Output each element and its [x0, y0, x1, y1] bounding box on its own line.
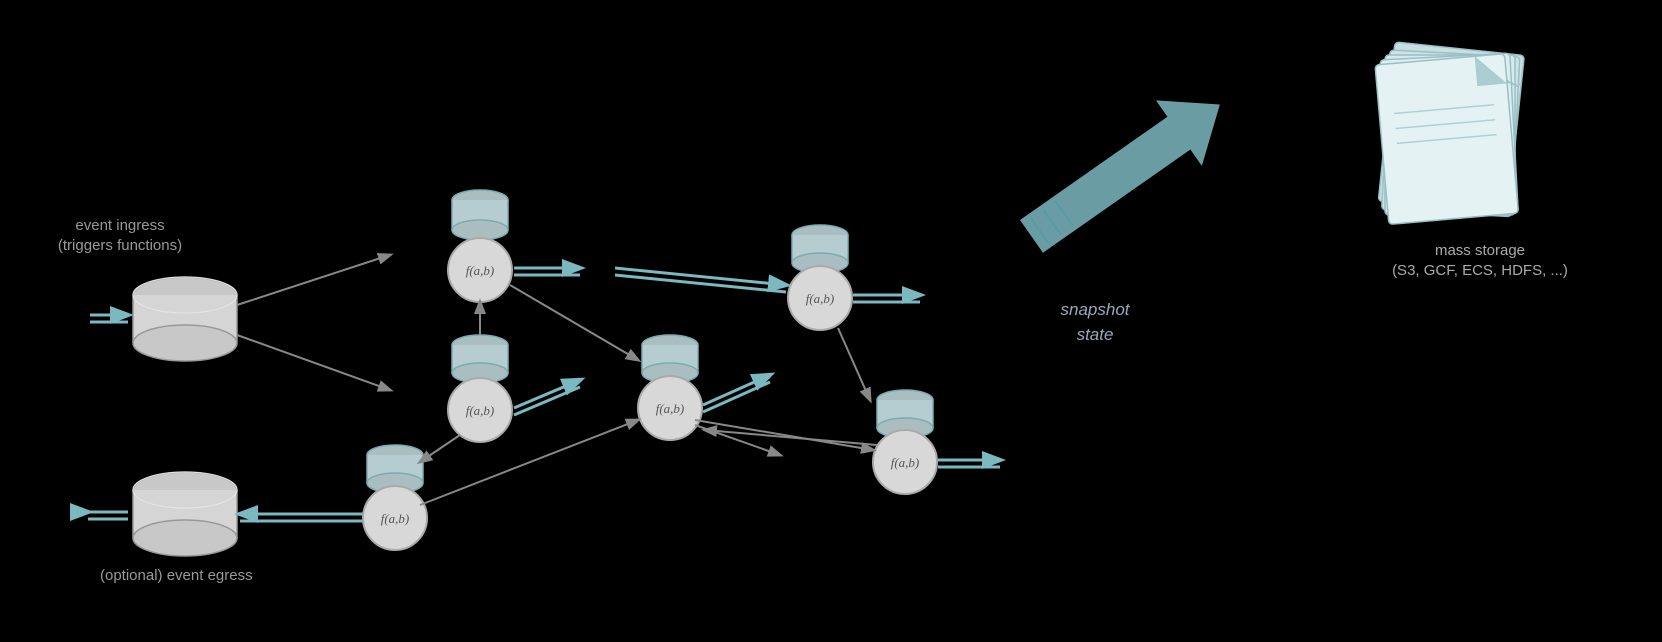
svg-text:mass storage: mass storage: [1435, 242, 1525, 259]
svg-text:event ingress: event ingress: [75, 217, 164, 234]
main-diagram: f(a,b) f(a,b) f(a,b): [0, 0, 1662, 642]
svg-text:f(a,b): f(a,b): [466, 263, 495, 278]
svg-text:(triggers functions): (triggers functions): [58, 237, 182, 254]
svg-text:f(a,b): f(a,b): [806, 291, 835, 306]
svg-text:f(a,b): f(a,b): [656, 401, 685, 416]
svg-text:(S3, GCF, ECS, HDFS, ...): (S3, GCF, ECS, HDFS, ...): [1392, 262, 1568, 279]
diagram-container: f(a,b) f(a,b) f(a,b): [0, 0, 1662, 642]
svg-text:f(a,b): f(a,b): [891, 455, 920, 470]
svg-text:f(a,b): f(a,b): [381, 511, 410, 526]
svg-text:f(a,b): f(a,b): [466, 403, 495, 418]
svg-text:snapshot: snapshot: [1061, 300, 1131, 319]
svg-text:(optional) event egress: (optional) event egress: [100, 567, 253, 584]
svg-text:state: state: [1077, 325, 1114, 344]
